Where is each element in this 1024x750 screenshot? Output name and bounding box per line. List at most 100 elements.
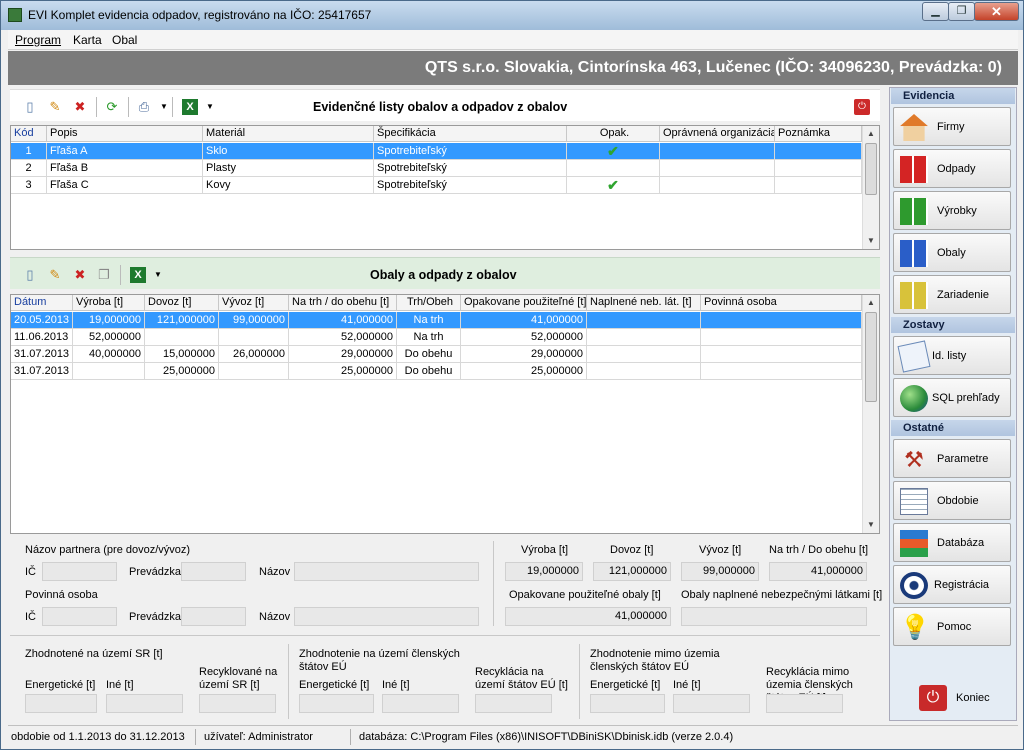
sql-button[interactable]: SQL prehľady	[893, 378, 1011, 417]
globe-icon	[900, 385, 928, 412]
menu-obal[interactable]: Obal	[112, 33, 137, 47]
copy-icon[interactable]: ❐	[96, 267, 112, 283]
bottom-grid-scrollbar[interactable]: ▲ ▼	[862, 295, 879, 533]
col-organizacia[interactable]: Oprávnená organizácia	[660, 126, 775, 142]
toolbar-separator	[172, 97, 173, 117]
table-row[interactable]: 11.06.2013 52,000000 52,000000 Na trh 52,000…	[11, 329, 862, 346]
registracia-button[interactable]: Registrácia	[893, 565, 1011, 604]
table-cell	[701, 363, 862, 380]
opak-cell: ✔	[567, 143, 660, 160]
new-icon[interactable]: ▯	[22, 99, 38, 115]
scroll-down-icon[interactable]: ▼	[863, 233, 879, 249]
eu-energ-field[interactable]	[299, 694, 374, 713]
recy-sr-label: Recyklované na území SR [t]	[199, 666, 278, 691]
col-specifikacia[interactable]: Špecifikácia	[374, 126, 567, 142]
parametre-button[interactable]: ⚒ Parametre	[893, 439, 1011, 478]
col-vyroba[interactable]: Výroba [t]	[73, 295, 145, 311]
col-kod[interactable]: Kód	[11, 126, 47, 142]
table-row[interactable]: 1 Fľaša A Sklo Spotrebiteľský ✔	[11, 143, 862, 160]
col-naplnene[interactable]: Naplnené neb. lát. [t]	[587, 295, 701, 311]
chevron-down-icon[interactable]: ▼	[150, 267, 166, 283]
out-recy-field[interactable]	[766, 694, 843, 713]
povinna-prevadzka-field[interactable]	[181, 607, 246, 626]
vyvoz-field[interactable]: 99,000000	[681, 562, 759, 581]
sr-recy-field[interactable]	[199, 694, 276, 713]
table-cell	[660, 177, 775, 194]
scroll-down-icon[interactable]: ▼	[863, 517, 879, 533]
col-trhobeh[interactable]: Trh/Obeh	[397, 295, 461, 311]
opakovane-label: Opakovane použiteľné obaly [t]	[509, 589, 661, 601]
table-row[interactable]: 2 Fľaša B Plasty Spotrebiteľský	[11, 160, 862, 177]
scroll-up-icon[interactable]: ▲	[863, 126, 879, 142]
col-povinna[interactable]: Povinná osoba	[701, 295, 862, 311]
sr-ine-field[interactable]	[106, 694, 183, 713]
menu-karta[interactable]: Karta	[73, 33, 102, 47]
scroll-thumb[interactable]	[865, 143, 877, 195]
col-dovoz[interactable]: Dovoz [t]	[145, 295, 219, 311]
pomoc-button[interactable]: 💡 Pomoc	[893, 607, 1011, 646]
out-ine-field[interactable]	[673, 694, 750, 713]
col-opak[interactable]: Opak.	[567, 126, 660, 142]
col-datum[interactable]: Dátum	[11, 295, 73, 311]
obaly-button[interactable]: Obaly	[893, 233, 1011, 272]
table-cell: Fľaša B	[47, 160, 203, 177]
natrh-field[interactable]: 41,000000	[769, 562, 867, 581]
print-icon[interactable]: ⎙	[136, 99, 152, 115]
excel-icon[interactable]: X	[182, 99, 198, 115]
menu-program[interactable]: Program	[15, 33, 61, 47]
databaza-button[interactable]: Databáza	[893, 523, 1011, 562]
chevron-down-icon[interactable]: ▼	[156, 99, 172, 115]
vyroba-field[interactable]: 19,000000	[505, 562, 583, 581]
col-vyvoz[interactable]: Vývoz [t]	[219, 295, 289, 311]
naplnene-field[interactable]	[681, 607, 867, 626]
table-row[interactable]: 31.07.2013 40,000000 15,000000 26,000000 29,…	[11, 346, 862, 363]
close-window-button[interactable]: ✕	[974, 2, 1019, 21]
obdobie-label: Obdobie	[937, 495, 979, 507]
table-row[interactable]: 31.07.2013 25,000000 25,000000 Do obehu 25,0…	[11, 363, 862, 380]
new-icon[interactable]: ▯	[22, 267, 38, 283]
eu-recy-field[interactable]	[475, 694, 552, 713]
minimize-button[interactable]: ▁	[922, 2, 949, 21]
povinna-ic-field[interactable]	[42, 607, 117, 626]
sr-energ-field[interactable]	[25, 694, 97, 713]
chevron-down-icon[interactable]: ▼	[202, 99, 218, 115]
dovoz-field[interactable]: 121,000000	[593, 562, 671, 581]
col-popis[interactable]: Popis	[47, 126, 203, 142]
povinna-osoba-label: Povinná osoba	[25, 589, 98, 601]
firmy-button[interactable]: Firmy	[893, 107, 1011, 146]
vyrobky-button[interactable]: Výrobky	[893, 191, 1011, 230]
section-evidencia[interactable]: Evidencia	[891, 88, 1015, 104]
refresh-icon[interactable]: ⟳	[104, 99, 120, 115]
col-poznamka[interactable]: Poznámka	[775, 126, 862, 142]
eu-ine-field[interactable]	[382, 694, 459, 713]
col-material[interactable]: Materiál	[203, 126, 374, 142]
top-grid-scrollbar[interactable]: ▲ ▼	[862, 126, 879, 249]
excel-icon[interactable]: X	[130, 267, 146, 283]
delete-icon[interactable]: ✖	[72, 99, 88, 115]
partner-prevadzka-field[interactable]	[181, 562, 246, 581]
close-panel-icon[interactable]: ⏻	[854, 99, 870, 115]
partner-nazov-field[interactable]	[294, 562, 479, 581]
odpady-button[interactable]: Odpady	[893, 149, 1011, 188]
delete-icon[interactable]: ✖	[72, 267, 88, 283]
maximize-button[interactable]: ❐	[948, 2, 975, 21]
table-row[interactable]: 3 Fľaša C Kovy Spotrebiteľský ✔	[11, 177, 862, 194]
idlisty-button[interactable]: Id. listy	[893, 336, 1011, 375]
edit-icon[interactable]: ✎	[47, 99, 63, 115]
section-ostatne[interactable]: Ostatné	[891, 420, 1015, 436]
scroll-up-icon[interactable]: ▲	[863, 295, 879, 311]
opakovane-field[interactable]: 41,000000	[505, 607, 671, 626]
table-row[interactable]: 20.05.2013 19,000000 121,000000 99,000000 41…	[11, 312, 862, 329]
partner-ic-field[interactable]	[42, 562, 117, 581]
edit-icon[interactable]: ✎	[47, 267, 63, 283]
col-opakovane[interactable]: Opakovane použiteľné [t]	[461, 295, 587, 311]
section-zostavy[interactable]: Zostavy	[891, 317, 1015, 333]
zariadenie-button[interactable]: Zariadenie	[893, 275, 1011, 314]
table-cell: 121,000000	[145, 312, 219, 329]
scroll-thumb[interactable]	[865, 312, 877, 402]
col-natrh[interactable]: Na trh / do obehu [t]	[289, 295, 397, 311]
out-energ-field[interactable]	[590, 694, 665, 713]
koniec-button[interactable]: ⏻ Koniec	[893, 679, 1011, 717]
obdobie-button[interactable]: Obdobie	[893, 481, 1011, 520]
povinna-nazov-field[interactable]	[294, 607, 479, 626]
